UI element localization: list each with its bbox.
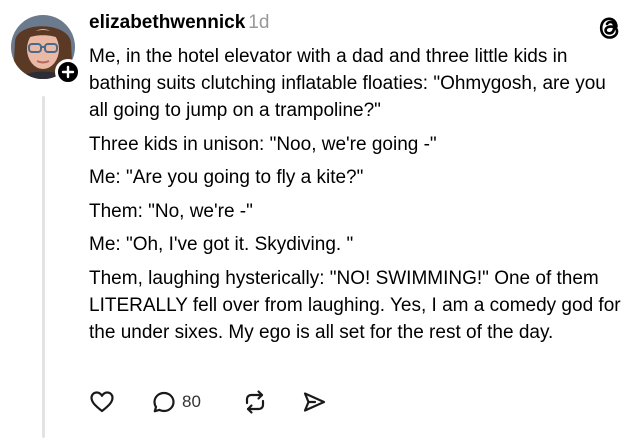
reply-count: 80 — [182, 392, 201, 411]
post-paragraph: Three kids in unison: "Noo, we're going … — [89, 133, 437, 155]
post-paragraph: Me: "Are you going to fly a kite?" — [89, 167, 364, 188]
comment-bubble-icon — [153, 391, 175, 413]
post-body: Me, in the hotel elevator with a dad and… — [89, 43, 629, 352]
plus-icon — [61, 65, 75, 79]
thread-line — [42, 96, 45, 438]
post-paragraph: Them, laughing hysterically: "NO! SWIMMI… — [89, 267, 621, 343]
timestamp: 1d — [248, 12, 270, 33]
share-button[interactable] — [301, 386, 327, 418]
heart-icon — [90, 391, 114, 413]
post-header: elizabethwennick 1d — [89, 10, 269, 36]
threads-logo-icon[interactable] — [597, 14, 623, 42]
username[interactable]: elizabethwennick — [89, 12, 245, 33]
reply-button[interactable]: 80 — [151, 386, 201, 418]
repost-button[interactable] — [241, 386, 269, 418]
post-paragraph: Me, in the hotel elevator with a dad and… — [89, 46, 606, 121]
follow-button[interactable] — [55, 59, 81, 85]
post-paragraph: Me: "Oh, I've got it. Skydiving. " — [89, 234, 354, 255]
post-paragraph: Them: "No, we're -" — [89, 200, 253, 222]
send-icon — [303, 392, 326, 412]
like-button[interactable] — [89, 386, 115, 418]
repost-arrows-icon — [245, 390, 265, 414]
